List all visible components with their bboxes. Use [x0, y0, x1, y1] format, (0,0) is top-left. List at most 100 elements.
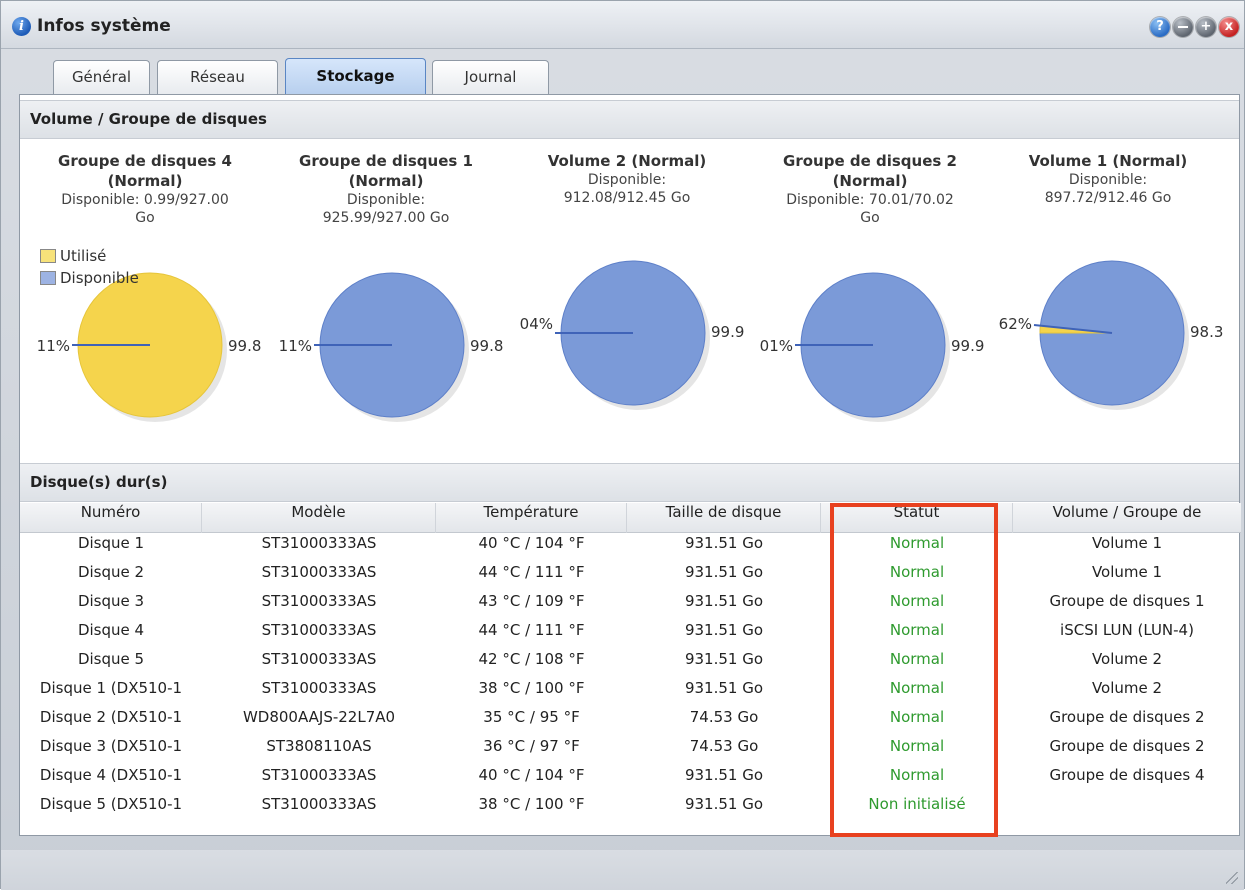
disk-temperature: 36 °C / 97 °F [436, 737, 627, 766]
disk-number: Disque 5 [20, 650, 202, 679]
disk-status: Normal [821, 563, 1013, 592]
disk-size: 931.51 Go [627, 795, 821, 824]
disk-size: 931.51 Go [627, 766, 821, 795]
disk-size: 931.51 Go [627, 621, 821, 650]
usage-pie-charts: 11%99.811%99.804%99.901%99.962%98.3 [20, 95, 1241, 475]
disk-model: ST31000333AS [202, 650, 436, 679]
disk-size: 74.53 Go [627, 737, 821, 766]
column-header-size[interactable]: Taille de disque [627, 503, 821, 533]
resize-grip-icon[interactable] [1226, 872, 1238, 884]
disk-temperature: 43 °C / 109 °F [436, 592, 627, 621]
disk-model: WD800AAJS-22L7A0 [202, 708, 436, 737]
disk-model: ST31000333AS [202, 592, 436, 621]
tab-general[interactable]: Général [53, 60, 150, 94]
column-header-number[interactable]: Numéro [20, 503, 202, 533]
chart-legend: Utilisé Disponible [39, 245, 139, 289]
window-title: Infos système [37, 16, 171, 36]
table-row[interactable]: Disque 1ST31000333AS40 °C / 104 °F931.51… [20, 534, 1241, 563]
table-row[interactable]: Disque 4ST31000333AS44 °C / 111 °F931.51… [20, 621, 1241, 650]
disk-size: 74.53 Go [627, 708, 821, 737]
pie-label-available: 99.9 [951, 337, 984, 355]
disk-model: ST31000333AS [202, 795, 436, 824]
disk-volume: Groupe de disques 4 [1013, 766, 1241, 795]
pie-label-available: 99.8 [228, 337, 261, 355]
disk-number: Disque 4 [20, 621, 202, 650]
table-header: Numéro Modèle Température Taille de disq… [20, 503, 1241, 533]
disk-volume: Groupe de disques 2 [1013, 708, 1241, 737]
disk-volume: Groupe de disques 1 [1013, 592, 1241, 621]
disk-size: 931.51 Go [627, 592, 821, 621]
disk-number: Disque 1 [20, 534, 202, 563]
pie-label-available: 99.8 [470, 337, 503, 355]
disk-volume: Volume 2 [1013, 650, 1241, 679]
pie-label-used: 04% [520, 315, 553, 333]
pie-chart: 11%99.8 [279, 273, 504, 422]
column-header-volume[interactable]: Volume / Groupe de [1013, 503, 1241, 533]
pie-label-available: 99.9 [711, 323, 744, 341]
disk-temperature: 40 °C / 104 °F [436, 766, 627, 795]
disk-volume: iSCSI LUN (LUN-4) [1013, 621, 1241, 650]
table-row[interactable]: Disque 4 (DX510-1ST31000333AS40 °C / 104… [20, 766, 1241, 795]
disk-temperature: 44 °C / 111 °F [436, 563, 627, 592]
title-bar[interactable]: i Infos système ? + x [1, 1, 1244, 49]
pie-chart: 62%98.3 [999, 261, 1224, 410]
column-header-status[interactable]: Statut [821, 503, 1013, 533]
info-icon: i [12, 17, 31, 36]
disk-volume: Groupe de disques 2 [1013, 737, 1241, 766]
disk-status: Normal [821, 534, 1013, 563]
pie-label-available: 98.3 [1190, 323, 1223, 341]
table-row[interactable]: Disque 2 (DX510-1WD800AAJS-22L7A035 °C /… [20, 708, 1241, 737]
disk-number: Disque 2 (DX510-1 [20, 708, 202, 737]
table-row[interactable]: Disque 5ST31000333AS42 °C / 108 °F931.51… [20, 650, 1241, 679]
disk-temperature: 40 °C / 104 °F [436, 534, 627, 563]
help-icon[interactable]: ? [1150, 17, 1170, 37]
disks-section-header: Disque(s) dur(s) [20, 463, 1239, 502]
disk-status: Normal [821, 679, 1013, 708]
table-row[interactable]: Disque 5 (DX510-1ST31000333AS38 °C / 100… [20, 795, 1241, 824]
disk-model: ST31000333AS [202, 766, 436, 795]
disk-model: ST31000333AS [202, 679, 436, 708]
close-icon[interactable]: x [1219, 17, 1239, 37]
disk-number: Disque 5 (DX510-1 [20, 795, 202, 824]
disk-volume: Volume 2 [1013, 679, 1241, 708]
disk-model: ST3808110AS [202, 737, 436, 766]
legend-label-used: Utilisé [60, 247, 106, 265]
disk-size: 931.51 Go [627, 650, 821, 679]
disk-model: ST31000333AS [202, 621, 436, 650]
disk-status: Non initialisé [821, 795, 1013, 824]
table-row[interactable]: Disque 2ST31000333AS44 °C / 111 °F931.51… [20, 563, 1241, 592]
disk-model: ST31000333AS [202, 534, 436, 563]
disk-number: Disque 3 (DX510-1 [20, 737, 202, 766]
disk-temperature: 35 °C / 95 °F [436, 708, 627, 737]
column-header-model[interactable]: Modèle [202, 503, 436, 533]
disk-number: Disque 3 [20, 592, 202, 621]
tab-log[interactable]: Journal [432, 60, 549, 94]
storage-panel: Volume / Groupe de disques Groupe de dis… [19, 94, 1240, 836]
disk-number: Disque 2 [20, 563, 202, 592]
disk-temperature: 44 °C / 111 °F [436, 621, 627, 650]
disk-size: 931.51 Go [627, 679, 821, 708]
disk-model: ST31000333AS [202, 563, 436, 592]
pie-label-used: 01% [760, 337, 793, 355]
tab-storage[interactable]: Stockage [285, 58, 426, 95]
minimize-icon[interactable] [1173, 17, 1193, 37]
legend-label-available: Disponible [60, 269, 139, 287]
disk-status: Normal [821, 708, 1013, 737]
maximize-icon[interactable]: + [1196, 17, 1216, 37]
disk-temperature: 38 °C / 100 °F [436, 795, 627, 824]
table-row[interactable]: Disque 3ST31000333AS43 °C / 109 °F931.51… [20, 592, 1241, 621]
table-row[interactable]: Disque 1 (DX510-1ST31000333AS38 °C / 100… [20, 679, 1241, 708]
system-info-window: i Infos système ? + x Général Réseau Sto… [0, 0, 1245, 889]
disk-volume: Volume 1 [1013, 563, 1241, 592]
column-header-temperature[interactable]: Température [436, 503, 627, 533]
disk-status: Normal [821, 592, 1013, 621]
tab-network[interactable]: Réseau [157, 60, 278, 94]
legend-item-used: Utilisé [39, 245, 139, 267]
disk-temperature: 42 °C / 108 °F [436, 650, 627, 679]
legend-swatch-used [40, 249, 56, 263]
disk-status: Normal [821, 737, 1013, 766]
table-row[interactable]: Disque 3 (DX510-1ST3808110AS36 °C / 97 °… [20, 737, 1241, 766]
disk-volume [1013, 795, 1241, 824]
disk-size: 931.51 Go [627, 534, 821, 563]
disk-status: Normal [821, 650, 1013, 679]
